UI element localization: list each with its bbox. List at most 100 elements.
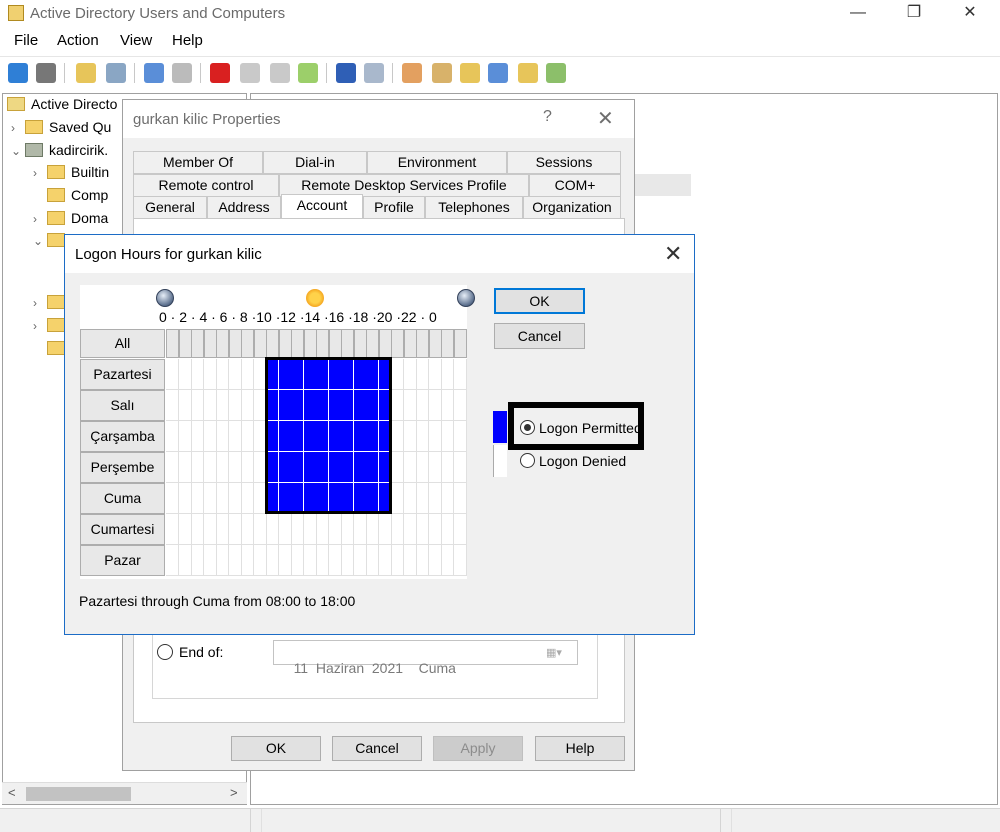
hour-cell-permitted[interactable]	[353, 452, 367, 483]
hour-column-button[interactable]	[316, 329, 329, 358]
hour-cell-permitted[interactable]	[266, 421, 279, 452]
hour-column-button[interactable]	[416, 329, 429, 358]
hour-cell[interactable]	[203, 483, 217, 514]
end-of-radio[interactable]	[157, 644, 173, 660]
hour-cell[interactable]	[391, 421, 404, 452]
tree-item-domain-controllers[interactable]: › Doma	[33, 210, 108, 232]
hour-cell[interactable]	[291, 545, 304, 576]
hour-cell[interactable]	[228, 545, 242, 576]
hour-cell-permitted[interactable]	[278, 421, 292, 452]
tab-sessions[interactable]: Sessions	[507, 151, 621, 174]
hour-cell-permitted[interactable]	[316, 359, 329, 390]
day-button[interactable]: Perşembe	[80, 452, 165, 483]
hour-cell[interactable]	[253, 483, 267, 514]
collapse-chevron-icon[interactable]: ⌄	[11, 144, 25, 158]
tree-item-saved-queries[interactable]: › Saved Qu	[11, 119, 111, 141]
menu-help[interactable]: Help	[172, 32, 203, 49]
hour-column-button[interactable]	[241, 329, 254, 358]
hour-column-button[interactable]	[278, 329, 292, 358]
hour-cell[interactable]	[453, 545, 467, 576]
logon-denied-label[interactable]: Logon Denied	[539, 453, 626, 469]
hour-cell[interactable]	[303, 545, 317, 576]
tab-remote-control[interactable]: Remote control	[133, 174, 279, 197]
hour-cell-permitted[interactable]	[366, 390, 379, 421]
hour-cell[interactable]	[303, 514, 317, 545]
refresh-icon[interactable]	[270, 63, 290, 83]
hour-cell[interactable]	[228, 483, 242, 514]
hour-cell[interactable]	[191, 390, 204, 421]
tab-address[interactable]: Address	[207, 196, 281, 219]
hour-cell-permitted[interactable]	[278, 452, 292, 483]
hour-column-button[interactable]	[328, 329, 342, 358]
hour-cell[interactable]	[403, 421, 417, 452]
hour-cell[interactable]	[416, 514, 429, 545]
tree-item-domain[interactable]: ⌄ kadircirik.	[11, 142, 108, 164]
hour-cell[interactable]	[241, 514, 254, 545]
hour-cell[interactable]	[341, 545, 354, 576]
tab-telephones[interactable]: Telephones	[425, 196, 523, 219]
hour-cell[interactable]	[253, 545, 267, 576]
day-button[interactable]: Salı	[80, 390, 165, 421]
hour-cell[interactable]	[416, 359, 429, 390]
tree-item-root[interactable]: Active Directo	[7, 96, 117, 118]
hour-cell[interactable]	[278, 545, 292, 576]
hour-cell-permitted[interactable]	[378, 483, 392, 514]
hour-cell[interactable]	[228, 514, 242, 545]
back-arrow-icon[interactable]	[8, 63, 28, 83]
tab-general[interactable]: General	[133, 196, 207, 219]
collapse-chevron-icon[interactable]: ⌄	[33, 234, 47, 248]
hour-column-button[interactable]	[378, 329, 392, 358]
hour-cell[interactable]	[428, 390, 442, 421]
close-icon[interactable]: ✕	[664, 241, 682, 267]
cut-icon[interactable]	[144, 63, 164, 83]
logon-denied-radio[interactable]	[520, 453, 535, 468]
hour-cell[interactable]	[403, 483, 417, 514]
tab-profile[interactable]: Profile	[363, 196, 425, 219]
hour-cell[interactable]	[216, 421, 229, 452]
scroll-thumb[interactable]	[26, 787, 131, 801]
hour-column-button[interactable]	[291, 329, 304, 358]
tab-member-of[interactable]: Member Of	[133, 151, 263, 174]
hour-cell-permitted[interactable]	[378, 452, 392, 483]
end-of-date-picker[interactable]: 11 Haziran 2021 Cuma ▦▾	[273, 640, 578, 676]
day-button[interactable]: Cumartesi	[80, 514, 165, 545]
hour-column-button[interactable]	[391, 329, 404, 358]
hour-cell-permitted[interactable]	[328, 483, 342, 514]
hour-cell[interactable]	[316, 514, 329, 545]
hour-cell[interactable]	[216, 514, 229, 545]
hour-cell-permitted[interactable]	[291, 452, 304, 483]
hour-column-button[interactable]	[216, 329, 229, 358]
hour-cell[interactable]	[253, 390, 267, 421]
hour-cell[interactable]	[353, 545, 367, 576]
hour-column-button[interactable]	[353, 329, 367, 358]
hour-cell[interactable]	[178, 452, 192, 483]
hour-column-button[interactable]	[441, 329, 454, 358]
hour-cell-permitted[interactable]	[378, 421, 392, 452]
hour-cell[interactable]	[266, 514, 279, 545]
hour-cell[interactable]	[391, 359, 404, 390]
hour-cell[interactable]	[416, 390, 429, 421]
hour-cell[interactable]	[228, 359, 242, 390]
hour-cell[interactable]	[441, 452, 454, 483]
hour-cell[interactable]	[241, 483, 254, 514]
hour-column-button[interactable]	[228, 329, 242, 358]
hour-cell[interactable]	[253, 421, 267, 452]
hour-cell-permitted[interactable]	[366, 359, 379, 390]
properties-icon[interactable]	[240, 63, 260, 83]
hour-cell[interactable]	[253, 359, 267, 390]
hour-cell[interactable]	[203, 359, 217, 390]
hour-column-button[interactable]	[253, 329, 267, 358]
hour-cell[interactable]	[403, 359, 417, 390]
tree-item-builtin[interactable]: › Builtin	[33, 164, 109, 186]
hour-cell[interactable]	[203, 421, 217, 452]
hour-cell[interactable]	[416, 421, 429, 452]
hour-cell-permitted[interactable]	[341, 483, 354, 514]
hour-cell[interactable]	[203, 452, 217, 483]
hour-cell[interactable]	[266, 545, 279, 576]
hour-cell[interactable]	[316, 545, 329, 576]
hour-cell[interactable]	[191, 359, 204, 390]
hour-cell-permitted[interactable]	[316, 452, 329, 483]
action-pane-icon[interactable]	[364, 63, 384, 83]
hour-cell[interactable]	[328, 545, 342, 576]
logon-permitted-label[interactable]: Logon Permitted	[539, 420, 642, 436]
